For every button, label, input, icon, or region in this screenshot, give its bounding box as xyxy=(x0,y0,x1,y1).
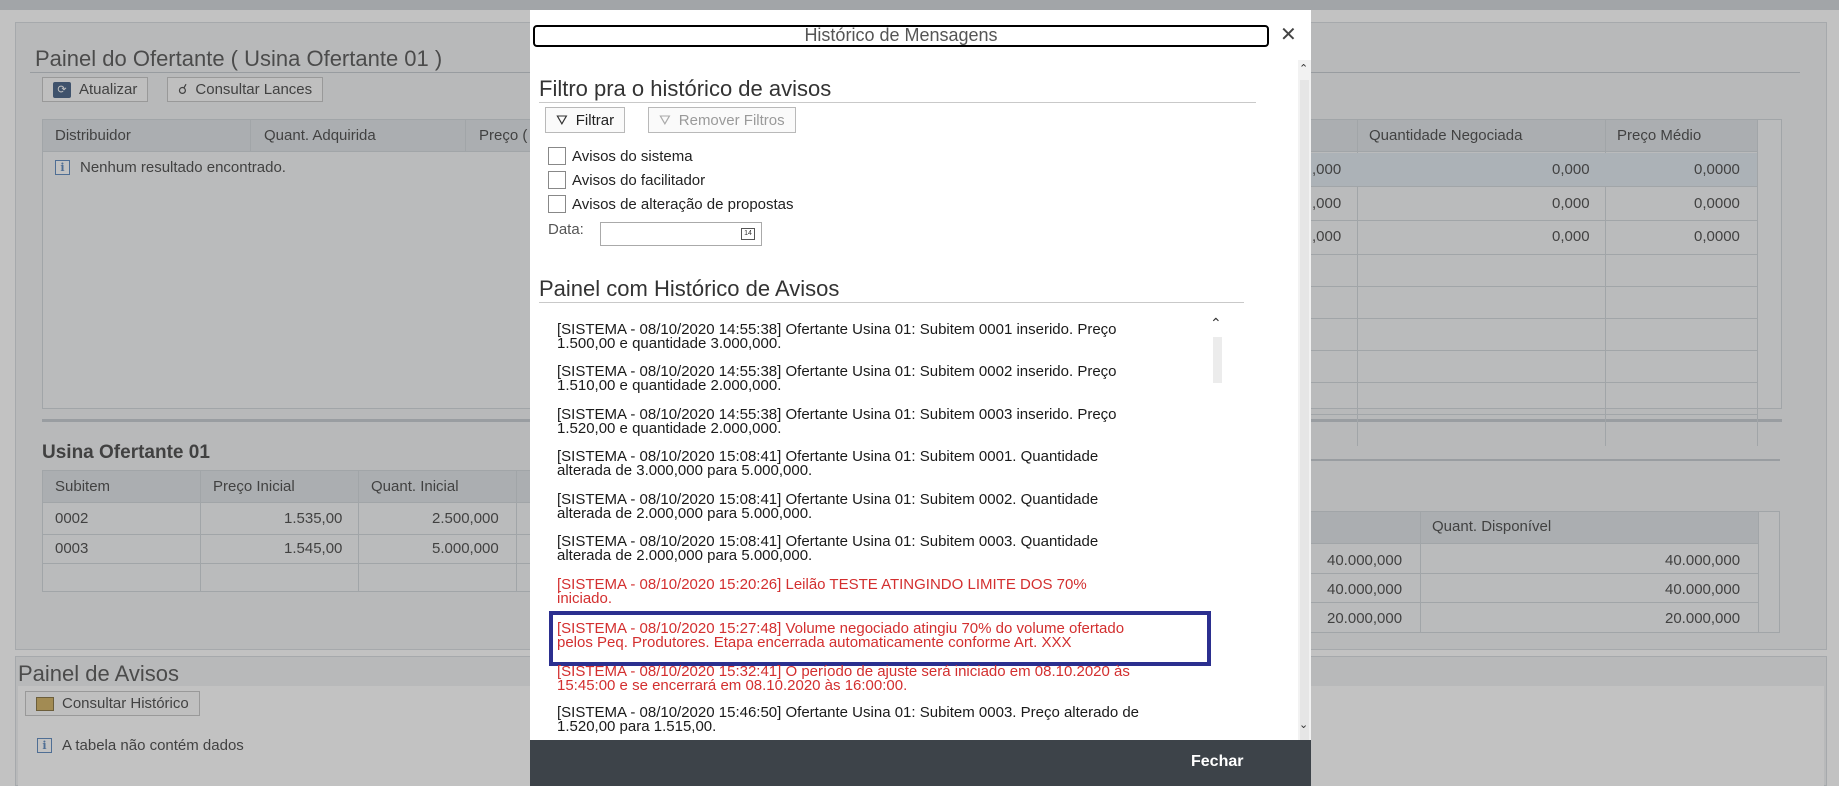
message-item: [SISTEMA - 08/10/2020 14:55:38] Ofertant… xyxy=(557,364,1197,394)
scroll-thumb[interactable] xyxy=(1300,80,1309,750)
history-underline xyxy=(539,302,1244,303)
list-scroll-thumb[interactable] xyxy=(1213,337,1222,383)
message-item: [SISTEMA - 08/10/2020 15:08:41] Ofertant… xyxy=(557,492,1197,522)
scroll-down-icon[interactable]: ⌄ xyxy=(1299,718,1308,731)
modal-title: Histórico de Mensagens xyxy=(533,25,1269,47)
filter-label: Filtrar xyxy=(575,111,615,129)
modal-title-text: Histórico de Mensagens xyxy=(804,25,998,45)
message-item: [SISTEMA - 08/10/2020 15:20:26] Leilão T… xyxy=(557,576,1197,607)
funnel-icon: ⛛ xyxy=(556,111,568,128)
message-line: iniciado. xyxy=(557,590,613,607)
close-icon[interactable]: ✕ xyxy=(1280,22,1297,47)
checkbox-proposals-label: Avisos de alteração de propostas xyxy=(572,196,794,213)
remove-filters-label: Remover Filtros xyxy=(678,111,785,129)
remove-filters-button[interactable]: ⛛ Remover Filtros xyxy=(648,107,796,133)
message-line: alterada de 2.000,000 para 5.000,000. xyxy=(557,505,813,522)
message-item: [SISTEMA - 08/10/2020 14:55:38] Ofertant… xyxy=(557,322,1197,352)
funnel-clear-icon: ⛛ xyxy=(659,111,671,128)
date-field[interactable]: 14 xyxy=(600,222,762,246)
message-item: [SISTEMA - 08/10/2020 15:08:41] Ofertant… xyxy=(557,534,1197,564)
calendar-icon[interactable]: 14 xyxy=(741,228,755,240)
message-line: pelos Peq. Produtores. Etapa encerrada a… xyxy=(557,634,1072,651)
message-line: 15:45:00 e se encerrará em 08.10.2020 às… xyxy=(557,677,908,694)
message-item: [SISTEMA - 08/10/2020 15:46:50] Ofertant… xyxy=(557,705,1197,735)
message-line: alterada de 2.000,000 para 5.000,000. xyxy=(557,547,813,564)
modal-scrollbar[interactable]: ⌃ ⌄ xyxy=(1298,60,1311,750)
filter-underline xyxy=(539,102,1256,103)
message-line: 1.500,00 e quantidade 3.000,000. xyxy=(557,335,782,352)
close-dialog-button[interactable]: Fechar xyxy=(1191,753,1243,771)
checkbox-facilitator[interactable] xyxy=(548,171,566,189)
checkbox-proposals[interactable] xyxy=(548,195,566,213)
history-section-title: Painel com Histórico de Avisos xyxy=(539,276,840,301)
message-item: [SISTEMA - 08/10/2020 14:55:38] Ofertant… xyxy=(557,407,1197,437)
checkbox-system-label: Avisos do sistema xyxy=(572,148,693,165)
list-scroll-up-icon[interactable]: ⌃ xyxy=(1210,315,1222,332)
message-item: [SISTEMA - 08/10/2020 15:27:48] Volume n… xyxy=(557,621,1197,651)
message-line: 1.510,00 e quantidade 2.000,000. xyxy=(557,377,782,394)
scroll-up-icon[interactable]: ⌃ xyxy=(1299,62,1308,75)
message-item: [SISTEMA - 08/10/2020 15:08:41] Ofertant… xyxy=(557,449,1197,479)
filter-button[interactable]: ⛛ Filtrar xyxy=(545,107,626,133)
checkbox-facilitator-label: Avisos do facilitador xyxy=(572,172,706,189)
list-scrollbar[interactable]: ⌃ xyxy=(1207,315,1227,387)
date-label: Data: xyxy=(548,221,584,238)
message-line: 1.520,00 para 1.515,00. xyxy=(557,718,717,735)
message-item: [SISTEMA - 08/10/2020 15:32:41] O períod… xyxy=(557,664,1197,694)
message-line: alterada de 3.000,000 para 5.000,000. xyxy=(557,462,813,479)
message-line: [SISTEMA - 08/10/2020 15:20:26] Leilão T… xyxy=(557,576,1087,593)
filter-section-title: Filtro pra o histórico de avisos xyxy=(539,76,832,101)
checkbox-system[interactable] xyxy=(548,147,566,165)
message-line: 1.520,00 e quantidade 2.000,000. xyxy=(557,420,782,437)
